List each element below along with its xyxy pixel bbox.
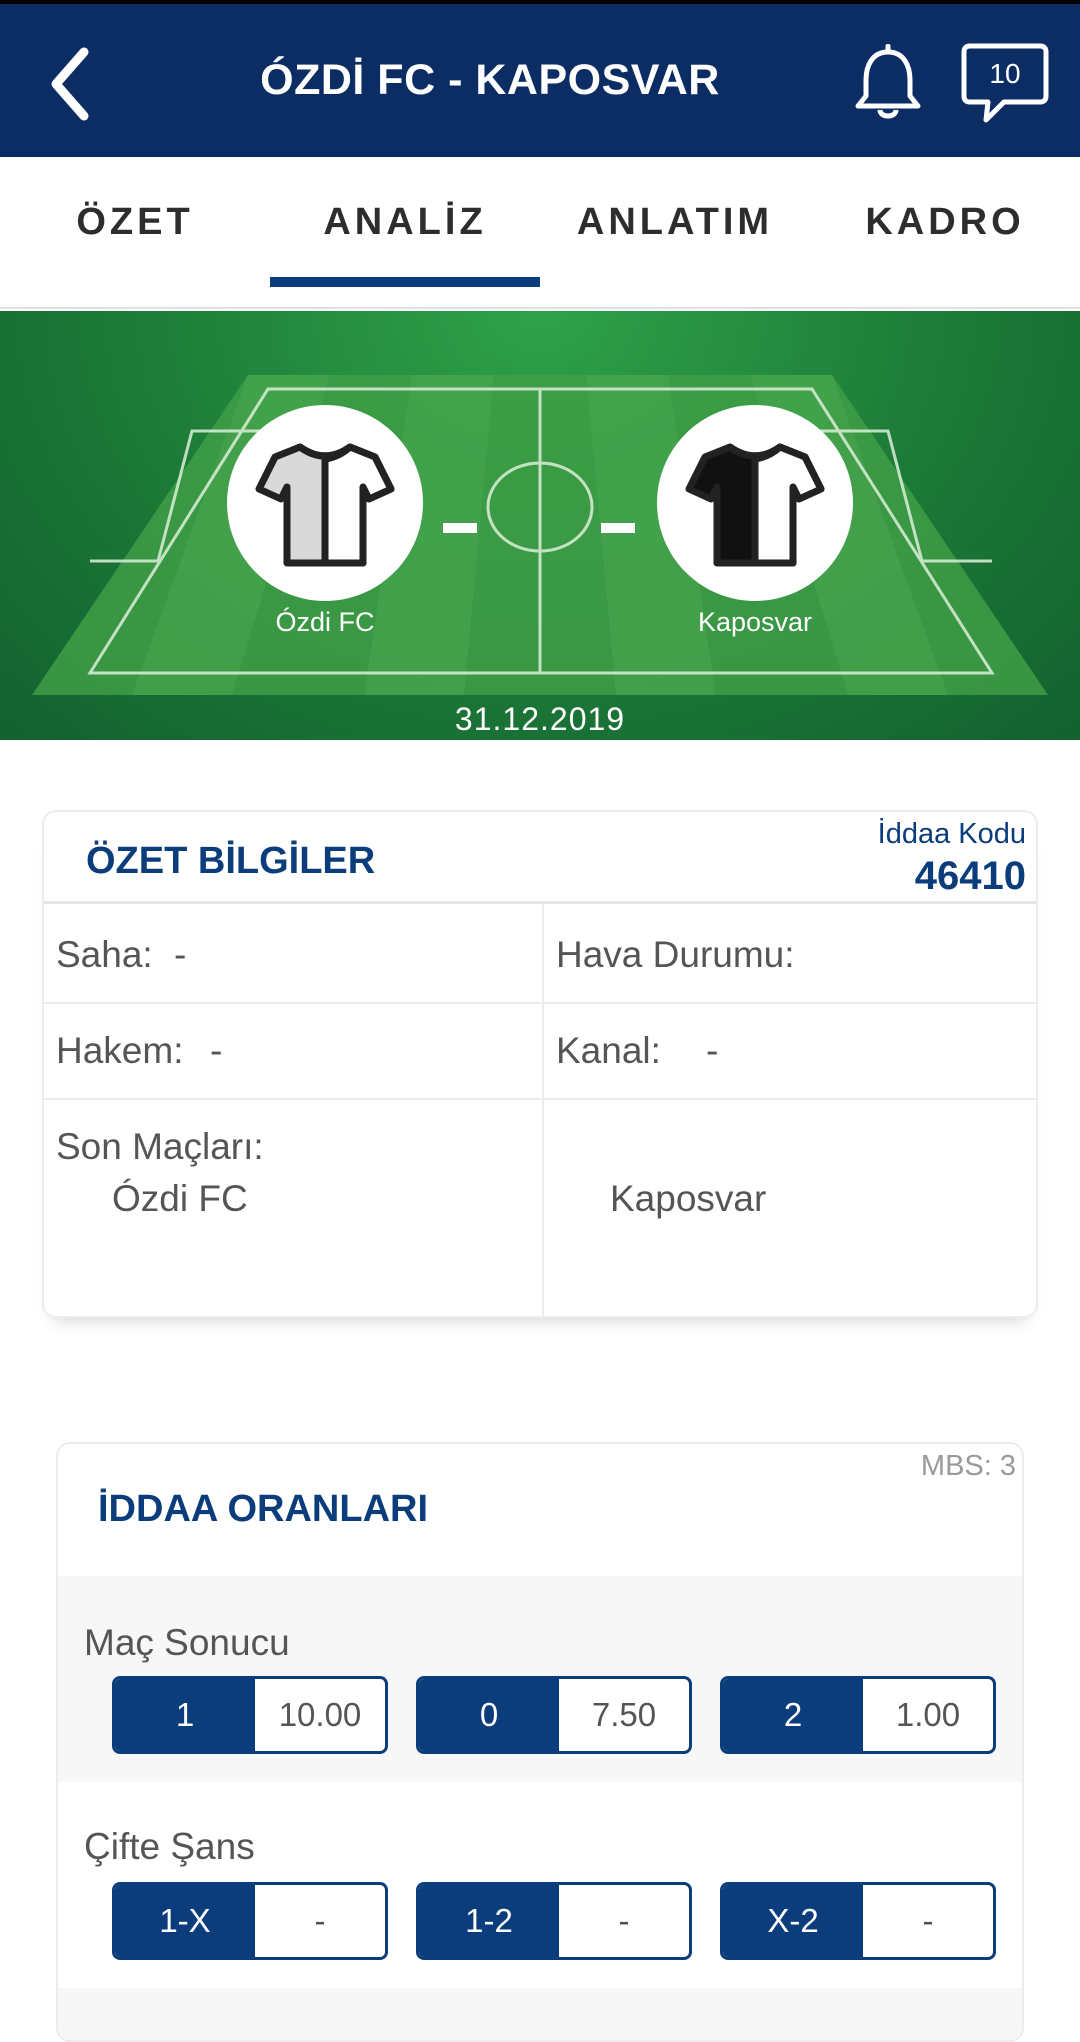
odd-value: - (618, 1902, 630, 1939)
row-divider (44, 1002, 1036, 1004)
referee-label: Hakem: (56, 1030, 184, 1071)
black-white-shirt-icon (685, 443, 825, 567)
match-date: 31.12.2019 (454, 701, 626, 737)
weather-label: Hava Durumu: (556, 934, 795, 975)
summary-header: ÖZET BİLGİLER İddaa Kodu 46410 (44, 812, 1036, 904)
tab-anlatim[interactable]: ANLATIM (540, 201, 810, 244)
tab-kadro[interactable]: KADRO (810, 201, 1080, 244)
odd-value: 7.50 (591, 1696, 657, 1733)
mbs-badge: MBS: 3 (920, 1450, 1016, 1482)
white-grey-shirt-icon (255, 443, 395, 567)
odds-card: MBS: 3 İDDAA ORANLARI Maç Sonucu 1 10.00… (56, 1442, 1024, 2042)
last-matches-label: Son Maçları: (56, 1126, 264, 1167)
bell-icon[interactable] (852, 44, 924, 124)
home-score-placeholder (443, 523, 477, 533)
comments-count: 10 (989, 58, 1021, 89)
market-cifte-sans: Çifte Şans 1-X - 1-2 - X-2 - (58, 1782, 1022, 1988)
odd-value: 1.00 (895, 1696, 961, 1733)
referee-value: - (210, 1030, 223, 1071)
home-team-name: Ózdi FC (275, 607, 375, 637)
last-matches-away: Kaposvar (610, 1178, 767, 1219)
odd-key: 1 (115, 1679, 255, 1751)
row-divider (44, 1098, 1036, 1100)
channel-value: - (706, 1030, 719, 1071)
odd-button[interactable]: 1-X - (112, 1882, 388, 1960)
odd-key: 1-X (115, 1885, 255, 1957)
odd-value: - (922, 1902, 934, 1939)
page-title: ÓZDİ FC - KAPOSVAR (260, 56, 720, 104)
odd-key: 1-2 (419, 1885, 559, 1957)
active-tab-indicator (270, 277, 540, 287)
odd-key: 2 (723, 1679, 863, 1751)
odd-key: 0 (419, 1679, 559, 1751)
market-next-partial (58, 1988, 1022, 2040)
market-name: Maç Sonucu (84, 1622, 290, 1663)
odd-button[interactable]: 1-2 - (416, 1882, 692, 1960)
away-kit (657, 405, 853, 601)
pitch-illustration (32, 375, 1048, 695)
odd-key: X-2 (723, 1885, 863, 1957)
last-matches-home: Ózdi FC (112, 1178, 248, 1219)
odds-title: İDDAA ORANLARI (98, 1488, 429, 1530)
market-name: Çifte Şans (84, 1826, 255, 1867)
summary-title: ÖZET BİLGİLER (86, 840, 376, 882)
summary-card: ÖZET BİLGİLER İddaa Kodu 46410 Saha: - H… (42, 810, 1038, 1318)
iddaa-code-label: İddaa Kodu (877, 818, 1026, 850)
tab-bar: ÖZET ANALİZ ANLATIM KADRO (0, 157, 1080, 309)
odd-button[interactable]: X-2 - (720, 1882, 996, 1960)
away-team-name: Kaposvar (697, 607, 813, 637)
channel-label: Kanal: (556, 1030, 661, 1071)
odd-value: 10.00 (278, 1696, 362, 1733)
odd-button[interactable]: 1 10.00 (112, 1676, 388, 1754)
app-bar: ÓZDİ FC - KAPOSVAR 10 (0, 0, 1080, 157)
market-mac-sonucu: Maç Sonucu 1 10.00 0 7.50 2 1.00 (58, 1576, 1022, 1782)
field-label: Saha: (56, 934, 153, 975)
away-score-placeholder (601, 523, 635, 533)
field-value: - (174, 934, 187, 975)
odd-button[interactable]: 0 7.50 (416, 1676, 692, 1754)
home-kit (227, 405, 423, 601)
column-divider (542, 904, 544, 1316)
back-arrow-icon[interactable] (44, 44, 104, 124)
tab-analiz[interactable]: ANALİZ (270, 201, 540, 244)
odd-value: - (314, 1902, 326, 1939)
tab-ozet[interactable]: ÖZET (0, 201, 270, 244)
match-header: Ózdi FC Kaposvar 31.12.2019 (0, 311, 1080, 740)
iddaa-code: 46410 (914, 854, 1026, 898)
odd-button[interactable]: 2 1.00 (720, 1676, 996, 1754)
